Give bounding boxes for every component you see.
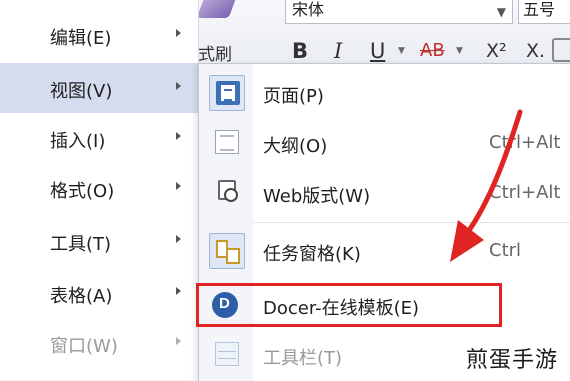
menu-item-insert[interactable]: 插入(I)	[0, 113, 198, 163]
submenu-item-outline[interactable]: 大纲(O) Ctrl+Alt	[199, 118, 570, 168]
chevron-right-icon	[176, 182, 181, 190]
task-pane-icon-frame	[209, 233, 245, 269]
submenu-divider	[253, 222, 570, 223]
clear-format-icon[interactable]	[552, 38, 570, 62]
chevron-right-icon	[176, 132, 181, 140]
menu-item-label: 插入(I)	[50, 131, 106, 152]
submenu-item-web-layout[interactable]: Web版式(W) Ctrl+Alt	[199, 168, 570, 218]
menu-item-table[interactable]: 表格(A)	[0, 268, 198, 318]
submenu-item-shortcut: Ctrl+Alt	[489, 182, 561, 203]
chevron-right-icon	[176, 29, 181, 37]
outline-view-icon	[215, 130, 239, 154]
web-layout-icon	[218, 180, 238, 202]
chevron-right-icon	[176, 82, 181, 90]
page-view-icon-frame	[209, 75, 245, 111]
menu-item-label: 表格(A)	[50, 286, 113, 307]
bold-button[interactable]: B	[292, 38, 308, 64]
view-submenu: 页面(P) 大纲(O) Ctrl+Alt Web版式(W) Ctrl+Alt 任…	[196, 63, 570, 381]
menu-item-label: 编辑(E)	[50, 28, 112, 49]
page-view-icon	[216, 81, 240, 105]
submenu-item-label: 大纲(O)	[263, 136, 328, 157]
menu-item-tools[interactable]: 工具(T)	[0, 216, 198, 266]
format-painter-label: 式刷	[198, 45, 232, 65]
docer-icon	[212, 292, 238, 318]
task-pane-icon	[212, 236, 242, 266]
menu-item-label: 窗口(W)	[50, 336, 118, 357]
menu-item-label: 视图(V)	[50, 81, 113, 102]
menu-item-edit[interactable]: 编辑(E)	[0, 14, 198, 60]
submenu-item-docer-templates[interactable]: Docer-在线模板(E)	[196, 283, 502, 327]
watermark-text: 煎蛋手游	[466, 348, 559, 373]
menu-item-view[interactable]: 视图(V)	[0, 63, 198, 113]
italic-button[interactable]: I	[334, 38, 342, 64]
menu-item-format[interactable]: 格式(O)	[0, 163, 198, 213]
submenu-item-label: 任务窗格(K)	[263, 244, 361, 265]
font-size-select[interactable]: 五号	[518, 0, 570, 24]
toolbar-icon	[215, 342, 239, 366]
chevron-down-icon[interactable]: ▼	[497, 2, 506, 22]
strikethrough-button[interactable]: AB	[420, 38, 445, 64]
menu-item-label: 工具(T)	[50, 234, 112, 255]
menu-item-window[interactable]: 窗口(W)	[0, 318, 198, 368]
superscript-button[interactable]: X²	[486, 38, 507, 64]
chevron-right-icon	[176, 235, 181, 243]
submenu-item-page[interactable]: 页面(P)	[199, 68, 570, 118]
submenu-item-task-pane[interactable]: 任务窗格(K) Ctrl	[199, 226, 570, 276]
submenu-item-label: 工具栏(T)	[263, 348, 343, 369]
subscript-button[interactable]: X.	[526, 38, 545, 64]
strikethrough-dropdown-icon[interactable]: ▼	[456, 46, 463, 56]
submenu-item-shortcut: Ctrl	[489, 240, 522, 261]
menu-item-label: 格式(O)	[50, 181, 115, 202]
submenu-item-label: 页面(P)	[263, 86, 324, 107]
chevron-right-icon	[176, 337, 181, 345]
format-painter-icon[interactable]	[196, 0, 236, 18]
font-name-select[interactable]: 宋体 ▼	[285, 0, 513, 24]
submenu-item-shortcut: Ctrl+Alt	[489, 132, 561, 153]
main-menu: 编辑(E) 视图(V) 插入(I) 格式(O) 工具(T) 表格(A) 窗口(W…	[0, 0, 199, 380]
underline-button[interactable]: U	[370, 38, 385, 64]
underline-dropdown-icon[interactable]: ▼	[398, 46, 405, 56]
submenu-item-label: Docer-在线模板(E)	[263, 298, 420, 319]
font-name-value: 宋体	[292, 0, 325, 19]
chevron-right-icon	[176, 287, 181, 295]
submenu-item-label: Web版式(W)	[263, 186, 371, 207]
font-size-value: 五号	[523, 0, 556, 19]
